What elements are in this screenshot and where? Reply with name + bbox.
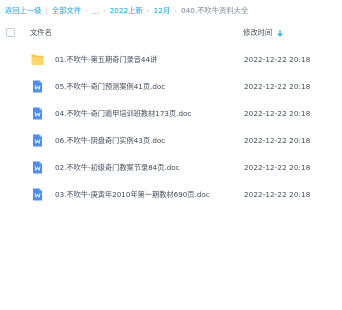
file-row[interactable]: 03.不吹牛-庚寅年2010年第一期教材690页.doc 2022-12-22 2… xyxy=(0,181,342,208)
word-doc-icon xyxy=(33,80,42,93)
sort-descending-icon[interactable] xyxy=(276,29,284,37)
breadcrumb-item-all-files[interactable]: 全部文件 xyxy=(52,6,81,16)
column-header-modified[interactable]: 修改时间 xyxy=(243,28,284,38)
file-name[interactable]: 06.不吹牛-阴盘奇门实例43页.doc xyxy=(55,136,165,146)
file-modified-time: 2022-12-22 20:18 xyxy=(244,136,311,145)
word-doc-icon xyxy=(33,161,42,174)
column-header-modified-label: 修改时间 xyxy=(243,28,273,37)
folder-icon xyxy=(31,54,44,65)
breadcrumb-arrow: › xyxy=(174,7,178,15)
file-modified-time: 2022-12-22 20:18 xyxy=(244,82,311,91)
column-header-name[interactable]: 文件名 xyxy=(30,28,52,38)
breadcrumb: 返回上一级 | 全部文件 › ... › 2022上新 › 12月 › 040.… xyxy=(5,4,248,18)
file-modified-time: 2022-12-22 20:18 xyxy=(244,163,311,172)
file-name[interactable]: 03.不吹牛-庚寅年2010年第一期教材690页.doc xyxy=(55,190,210,200)
file-row[interactable]: 02.不吹牛-初级奇门教案节录84页.doc 2022-12-22 20:18 xyxy=(0,154,342,181)
file-list-header: 文件名 修改时间 xyxy=(0,24,342,42)
breadcrumb-item-2022[interactable]: 2022上新 xyxy=(110,6,143,16)
breadcrumb-item-december[interactable]: 12月 xyxy=(154,6,171,16)
file-modified-time: 2022-12-22 20:18 xyxy=(244,190,311,199)
file-name[interactable]: 01.不吹牛-第五期奇门录音44讲 xyxy=(55,55,157,65)
select-all-checkbox[interactable] xyxy=(6,28,15,37)
file-row[interactable]: 04.不吹牛-奇门遁甲培训班教材173页.doc 2022-12-22 20:18 xyxy=(0,100,342,127)
word-doc-icon xyxy=(33,107,42,120)
file-modified-time: 2022-12-22 20:18 xyxy=(244,55,311,64)
file-name[interactable]: 05.不吹牛-奇门预测案例41页.doc xyxy=(55,82,165,92)
breadcrumb-item-ellipsis[interactable]: ... xyxy=(92,7,99,16)
file-row[interactable]: 05.不吹牛-奇门预测案例41页.doc 2022-12-22 20:18 xyxy=(0,73,342,100)
file-name[interactable]: 04.不吹牛-奇门遁甲培训班教材173页.doc xyxy=(55,109,191,119)
breadcrumb-arrow: › xyxy=(146,7,150,15)
breadcrumb-divider: | xyxy=(45,7,48,15)
breadcrumb-arrow: › xyxy=(102,7,106,15)
back-link[interactable]: 返回上一级 xyxy=(5,6,41,16)
word-doc-icon xyxy=(33,188,42,201)
file-name[interactable]: 02.不吹牛-初级奇门教案节录84页.doc xyxy=(55,163,180,173)
file-modified-time: 2022-12-22 20:18 xyxy=(244,109,311,118)
file-row[interactable]: 06.不吹牛-阴盘奇门实例43页.doc 2022-12-22 20:18 xyxy=(0,127,342,154)
file-row[interactable]: 01.不吹牛-第五期奇门录音44讲 2022-12-22 20:18 xyxy=(0,46,342,73)
word-doc-icon xyxy=(33,134,42,147)
breadcrumb-arrow: › xyxy=(85,7,88,15)
breadcrumb-current: 040.不吹牛资料大全 xyxy=(181,6,249,15)
